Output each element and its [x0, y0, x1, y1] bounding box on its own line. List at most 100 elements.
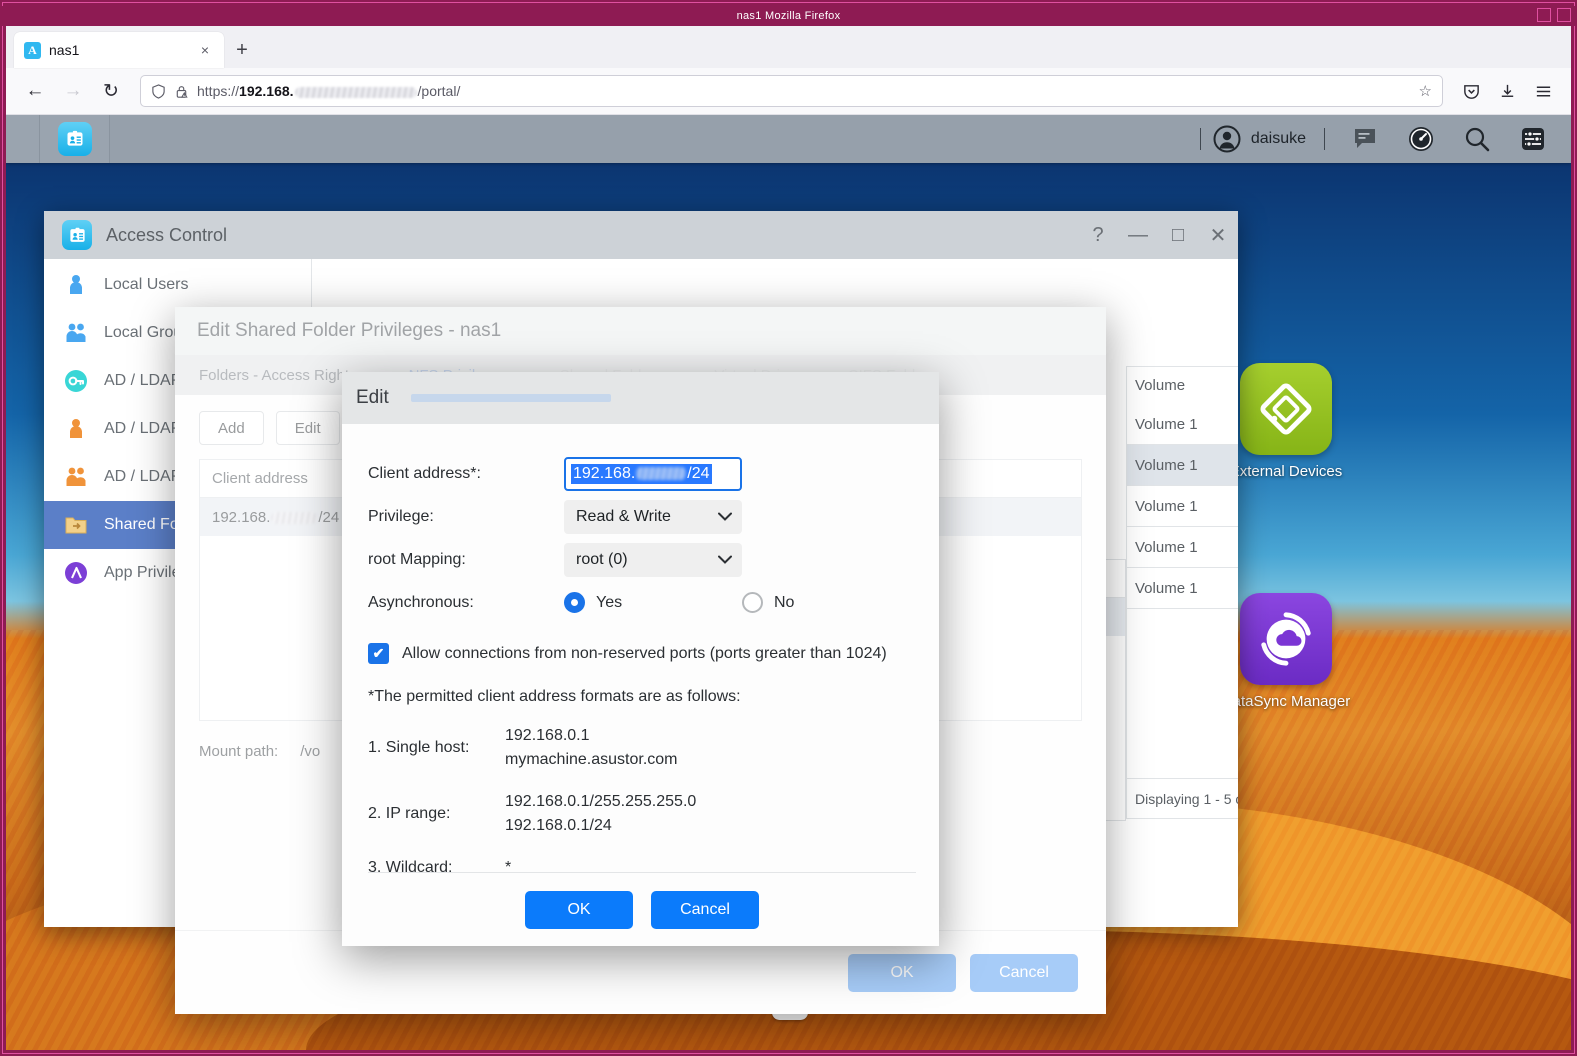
client-address-input[interactable]: 192.168./24 [564, 457, 742, 491]
volume-status-text: Displaying 1 - 5 of 5 [1126, 779, 1238, 819]
back-button[interactable]: ← [18, 74, 52, 108]
download-icon[interactable] [1491, 75, 1523, 107]
volume-row[interactable]: Volume 1 [1126, 527, 1238, 568]
url-scheme: https:// [197, 83, 239, 99]
reload-button[interactable]: ↻ [94, 74, 128, 108]
add-button[interactable]: Add [199, 411, 264, 445]
nas-topbar: daisuke [6, 115, 1571, 163]
nfs-cancel-button[interactable]: Cancel [970, 954, 1078, 992]
url-path: /portal/ [418, 83, 461, 99]
field-row-root-mapping: root Mapping: root (0) [368, 538, 913, 581]
wm-close-button[interactable] [1557, 8, 1571, 22]
privilege-select[interactable]: Read & Write [564, 500, 742, 534]
background-volume-panel: Volume Volume 1 Volume 1 Volume 1 Volume… [1126, 366, 1238, 927]
topbar-divider [1200, 128, 1201, 150]
format-value: 192.168.0.1/255.255.255.0 [505, 793, 696, 810]
format-key: 2. IP range: [368, 790, 505, 838]
volume-row[interactable]: Volume 1 [1126, 486, 1238, 527]
wm-title-text: nas1 Mozilla Firefox [737, 10, 841, 22]
user-orange-icon [62, 415, 90, 443]
user-menu[interactable]: daisuke [1213, 125, 1306, 153]
access-control-app-icon [58, 122, 92, 156]
edit-dialog-footer: OK Cancel [368, 872, 916, 946]
bookmark-star-icon[interactable]: ☆ [1419, 82, 1432, 100]
format-values: 192.168.0.1/255.255.255.0 192.168.0.1/24 [505, 790, 696, 838]
wm-maximize-button[interactable] [1537, 8, 1551, 22]
url-bar[interactable]: https://192.168. /portal/ ☆ [140, 75, 1443, 107]
tab-label: nas1 [49, 42, 188, 58]
users-icon [62, 319, 90, 347]
non-reserved-ports-label: Allow connections from non-reserved port… [402, 645, 887, 663]
nfs-dialog-titlebar[interactable]: Edit Shared Folder Privileges - nas1 [175, 307, 1106, 355]
shield-icon[interactable] [151, 84, 166, 99]
formats-note: *The permitted client address formats ar… [368, 688, 913, 706]
new-tab-button[interactable]: + [226, 34, 258, 66]
menu-icon[interactable] [1527, 75, 1559, 107]
url-host-prefix: 192.168. [239, 83, 294, 99]
pocket-icon[interactable] [1455, 75, 1487, 107]
volume-row[interactable]: Volume 1 [1126, 445, 1238, 486]
browser-tabstrip: A nas1 × + [6, 26, 1571, 68]
maximize-button[interactable]: □ [1158, 211, 1198, 259]
access-control-titlebar[interactable]: Access Control ? — □ ✕ [44, 211, 1238, 259]
edit-dialog-title: Edit [356, 387, 389, 409]
dashboard-icon[interactable] [1393, 115, 1449, 163]
key-icon [62, 367, 90, 395]
url-text: https://192.168. /portal/ [197, 83, 1411, 99]
access-control-icon [62, 220, 92, 250]
firefox-window: A nas1 × + ← → ↻ https://192.168./portal [6, 26, 1571, 1050]
user-name: daisuke [1251, 130, 1306, 148]
nfs-ok-button[interactable]: OK [848, 954, 956, 992]
datasync-manager-icon [1240, 593, 1332, 685]
mount-path-value: /vo [300, 743, 320, 760]
avatar [1213, 125, 1241, 153]
radio-no-icon [742, 592, 763, 613]
format-value: mymachine.asustor.com [505, 751, 678, 768]
volume-row[interactable]: Volume 1 [1126, 568, 1238, 609]
format-values: 192.168.0.1 mymachine.asustor.com [505, 724, 678, 772]
field-row-client-address: Client address*: 192.168./24 [368, 452, 913, 495]
asynchronous-no-label: No [774, 594, 794, 612]
topbar-divider [1324, 128, 1325, 150]
field-row-asynchronous: Asynchronous: Yes No [368, 581, 913, 624]
root-mapping-select[interactable]: root (0) [564, 543, 742, 577]
format-value: 192.168.0.1 [505, 727, 590, 744]
edit-ok-button[interactable]: OK [525, 891, 633, 929]
asynchronous-label: Asynchronous: [368, 594, 564, 612]
wm-titlebar[interactable]: nas1 Mozilla Firefox [0, 6, 1577, 26]
minimize-button[interactable]: — [1118, 211, 1158, 259]
volume-column-header: Volume [1126, 366, 1238, 404]
edit-button[interactable]: Edit [276, 411, 340, 445]
sidebar-item-local-users[interactable]: Local Users [44, 261, 311, 309]
root-mapping-selected-value: root (0) [576, 551, 628, 569]
help-icon[interactable]: ? [1078, 211, 1118, 259]
sidebar-item-label: Local Users [104, 276, 188, 294]
field-row-privilege: Privilege: Read & Write [368, 495, 913, 538]
cell-client-address-suffix: /24 [318, 509, 339, 526]
format-entry-single-host: 1. Single host: 192.168.0.1 mymachine.as… [368, 724, 913, 772]
forward-button[interactable]: → [56, 74, 90, 108]
edit-cancel-button[interactable]: Cancel [651, 891, 759, 929]
client-address-suffix: /24 [687, 465, 709, 483]
volume-row[interactable]: Volume 1 [1126, 404, 1238, 445]
close-button[interactable]: ✕ [1198, 211, 1238, 259]
format-key: 1. Single host: [368, 724, 505, 772]
sidebar-item-label: AD / LDAP [104, 372, 181, 390]
search-icon[interactable] [1449, 115, 1505, 163]
settings-icon[interactable] [1505, 115, 1561, 163]
client-address-value: 192.168./24 [571, 464, 712, 484]
topbar-right-cluster: daisuke [1188, 115, 1571, 163]
tab-folders-access-rights[interactable]: Folders - Access Rights [199, 367, 357, 384]
checkbox-checked-icon: ✔ [368, 643, 389, 664]
asynchronous-no-option[interactable]: No [742, 592, 794, 613]
edit-dialog-titlebar[interactable]: Edit [342, 372, 939, 424]
nas-home-button[interactable] [40, 115, 110, 163]
non-reserved-ports-checkbox-row[interactable]: ✔ Allow connections from non-reserved po… [368, 643, 913, 664]
topbar-left-spacer [6, 115, 40, 163]
chevron-down-icon [718, 509, 732, 524]
tab-close-icon[interactable]: × [196, 41, 214, 59]
asynchronous-yes-option[interactable]: Yes [564, 592, 742, 613]
browser-tab[interactable]: A nas1 × [14, 32, 224, 68]
chat-icon[interactable] [1337, 115, 1393, 163]
lock-warning-icon[interactable] [174, 84, 189, 99]
